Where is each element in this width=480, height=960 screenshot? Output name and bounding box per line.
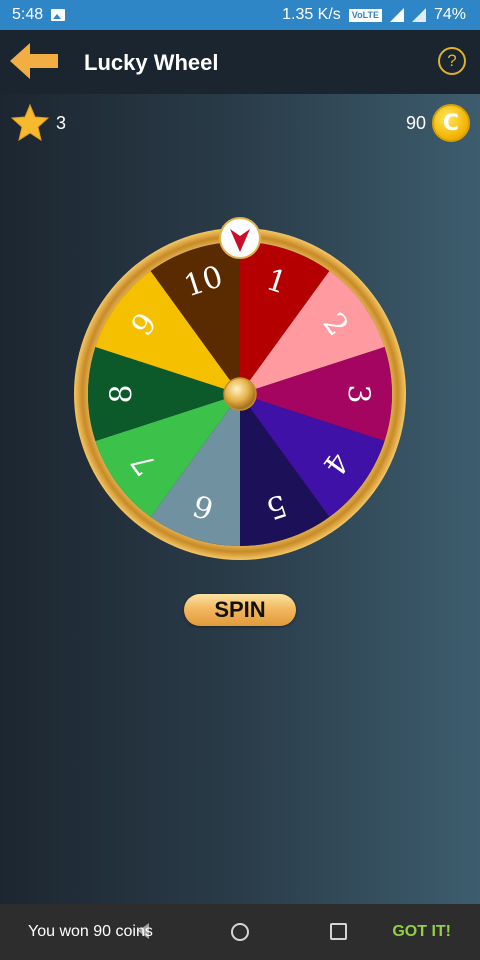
stars-count: 3 [56, 112, 67, 133]
wheel-graphic: 12345678910 [74, 217, 406, 560]
coin-icon: C [432, 104, 470, 142]
nav-home-icon[interactable] [231, 923, 249, 941]
volte-badge: VoLTE [348, 8, 382, 22]
status-bar: 5:48 1.35 K/s VoLTE 74% [0, 0, 480, 30]
snackbar: You won 90 coins GOT IT! [0, 904, 480, 960]
signal-icon [389, 8, 404, 22]
wheel-segment-label-8: 8 [105, 384, 140, 403]
wheel-pointer [219, 217, 261, 259]
back-arrow-icon[interactable] [8, 40, 60, 82]
app-header: Lucky Wheel ? [0, 30, 480, 94]
network-speed: 1.35 K/s [282, 6, 341, 23]
main-area: 3 90 C 1 2 3 4 5 6 7 8 9 10 SPIN [0, 94, 480, 904]
snackbar-message: You won 90 coins [28, 923, 153, 940]
nav-back-icon[interactable] [138, 923, 149, 939]
status-time: 5:48 [12, 6, 44, 23]
signal-icon-2 [411, 8, 426, 22]
battery-level: 74% [433, 6, 466, 23]
gallery-notification-icon [51, 9, 66, 21]
lucky-wheel[interactable]: 1 2 3 4 5 6 7 8 9 10 [72, 214, 408, 564]
page-title: Lucky Wheel [84, 50, 219, 75]
wheel-hub [223, 377, 257, 411]
help-icon[interactable]: ? [438, 47, 466, 75]
coins-counter: 90 C [406, 104, 470, 142]
coins-count: 90 [405, 112, 426, 133]
nav-recents-icon[interactable] [330, 923, 347, 940]
star-icon [10, 104, 50, 142]
stars-counter: 3 [10, 104, 66, 142]
spin-button[interactable]: SPIN [184, 594, 296, 626]
wheel-segment-label-3: 3 [341, 384, 376, 403]
got-it-button[interactable]: GOT IT! [392, 923, 451, 941]
